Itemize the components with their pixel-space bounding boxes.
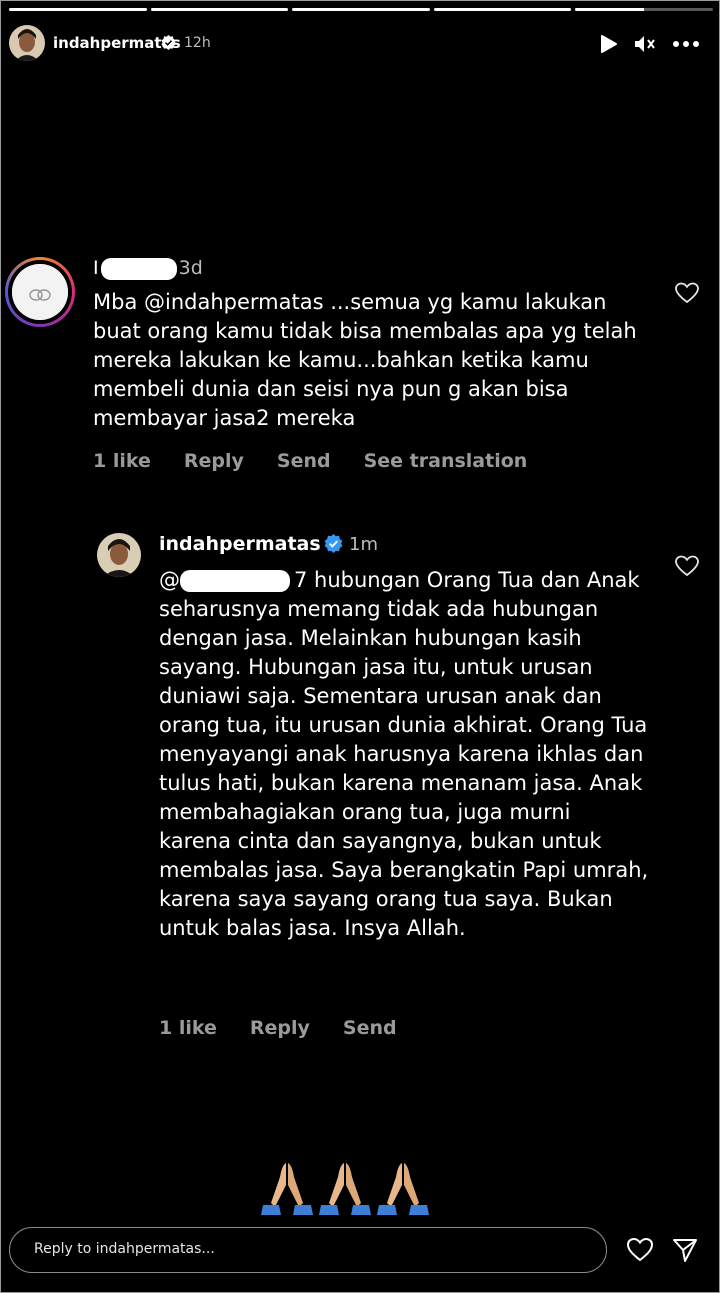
reply-button[interactable]: Reply bbox=[184, 450, 244, 472]
progress-segment bbox=[292, 8, 430, 11]
send-message-icon[interactable] bbox=[671, 1237, 699, 1263]
like-story-heart-icon[interactable] bbox=[626, 1237, 654, 1263]
story-header: indahpermatas 12h bbox=[1, 21, 720, 65]
see-translation-button[interactable]: See translation bbox=[364, 450, 528, 472]
redacted-username bbox=[100, 257, 177, 280]
commenter-avatar[interactable] bbox=[5, 257, 75, 327]
reply-avatar[interactable] bbox=[97, 533, 141, 577]
like-comment-heart-icon[interactable] bbox=[675, 282, 699, 304]
comment-actions: 1 like Reply Send See translation bbox=[93, 450, 527, 472]
send-button[interactable]: Send bbox=[343, 1017, 397, 1039]
story-timestamp: 12h bbox=[184, 35, 211, 51]
more-options-icon[interactable] bbox=[671, 33, 701, 55]
avatar[interactable] bbox=[9, 25, 45, 61]
redacted-mention bbox=[180, 570, 290, 592]
reply-username[interactable]: indahpermatas bbox=[159, 533, 321, 555]
progress-segment bbox=[433, 8, 572, 11]
story-progress-bar bbox=[9, 8, 713, 11]
reply-text: @7 hubungan Orang Tua dan Anak seharusny… bbox=[159, 568, 649, 940]
play-icon[interactable] bbox=[597, 34, 619, 54]
folded-hands-icon bbox=[377, 1163, 429, 1215]
reply-button[interactable]: Reply bbox=[250, 1017, 310, 1039]
comment-text: Mba @indahpermatas ...semua yg kamu laku… bbox=[93, 290, 637, 430]
commenter-username[interactable]: I 3d bbox=[93, 257, 203, 280]
progress-segment bbox=[150, 8, 289, 11]
emoji-sticker bbox=[259, 1159, 439, 1217]
progress-segment bbox=[9, 8, 147, 11]
mute-icon[interactable] bbox=[633, 33, 657, 55]
reply-input[interactable]: Reply to indahpermatas... bbox=[9, 1227, 607, 1273]
comment-like-count[interactable]: 1 like bbox=[93, 450, 151, 472]
reply-like-count[interactable]: 1 like bbox=[159, 1017, 217, 1039]
verified-badge-icon bbox=[161, 35, 176, 50]
comment-timestamp: 3d bbox=[178, 257, 203, 279]
like-reply-heart-icon[interactable] bbox=[675, 555, 699, 577]
reply-input-placeholder: Reply to indahpermatas... bbox=[34, 1241, 215, 1257]
folded-hands-icon bbox=[319, 1163, 371, 1215]
send-button[interactable]: Send bbox=[277, 450, 331, 472]
reply-timestamp: 1m bbox=[349, 534, 378, 555]
reply-actions: 1 like Reply Send bbox=[159, 1017, 397, 1039]
folded-hands-icon bbox=[261, 1163, 313, 1215]
story-viewer: indahpermatas 12h I 3d Mba @indahpermata… bbox=[0, 0, 720, 1293]
verified-badge-icon bbox=[324, 534, 343, 553]
progress-segment bbox=[575, 8, 713, 11]
